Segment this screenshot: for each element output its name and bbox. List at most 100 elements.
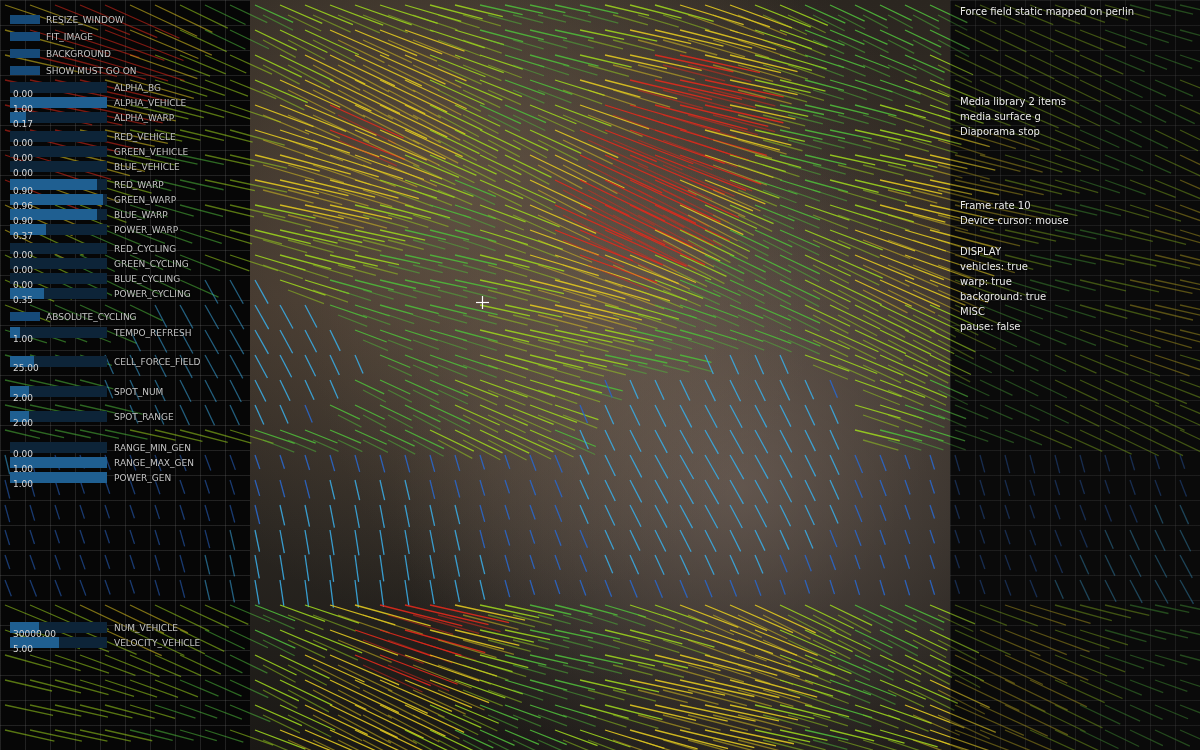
control-slider[interactable]: 0.96GREEN_WARP: [0, 192, 250, 207]
button-label: RESIZE_WINDOW: [46, 15, 124, 25]
button-box[interactable]: [10, 312, 40, 321]
slider-label: POWER_WARP: [114, 225, 178, 235]
slider-value: 1.00: [10, 464, 33, 474]
slider-label: RED_CYCLING: [114, 244, 176, 254]
slider-value: 0.00: [10, 153, 33, 163]
slider-label: BLUE_WARP: [114, 210, 168, 220]
slider-label: RANGE_MAX_GEN: [114, 458, 194, 468]
control-group: 0.90RED_WARP0.96GREEN_WARP0.90BLUE_WARP0…: [0, 177, 250, 237]
control-slider[interactable]: 0.00GREEN_VEHICLE: [0, 144, 250, 159]
slider-value: 0.90: [10, 216, 33, 226]
button-label: BACKGROUND: [46, 49, 111, 59]
crosshair-icon: [476, 296, 489, 309]
slider-label: SPOT_NUM: [114, 387, 163, 397]
slider-label: RED_VEHICLE: [114, 132, 176, 142]
control-slider[interactable]: 0.00BLUE_CYCLING: [0, 271, 250, 286]
control-group: RESIZE_WINDOW FIT_IMAGE BACKGROUND SHOW MUS…: [0, 11, 250, 79]
control-slider[interactable]: 1.00ALPHA_VEHICLE: [0, 95, 250, 110]
control-button[interactable]: FIT_IMAGE: [0, 28, 250, 45]
slider-value: 2.00: [10, 418, 33, 428]
control-slider[interactable]: 1.00POWER_GEN: [0, 470, 250, 485]
control-slider[interactable]: 0.90 RED_WARP: [0, 177, 250, 192]
control-slider[interactable]: 0.00 RED_CYCLING: [0, 241, 250, 256]
control-slider[interactable]: 0.35POWER_CYCLING: [0, 286, 250, 301]
slider-label: BLUE_CYCLING: [114, 274, 180, 284]
button-label: FIT_IMAGE: [46, 32, 93, 42]
slider-label: RED_WARP: [114, 180, 164, 190]
slider-track[interactable]: 0.00: [10, 131, 107, 142]
app-window: RESIZE_WINDOW FIT_IMAGE BACKGROUND SHOW MUS…: [0, 0, 1200, 750]
button-label: SHOW MUST GO ON: [46, 66, 136, 76]
slider-value: 0.00: [10, 265, 33, 275]
slider-value: 0.00: [10, 89, 33, 99]
control-slider[interactable]: 2.00SPOT_RANGE: [0, 409, 250, 424]
info-line: warp: true: [960, 274, 1200, 289]
info-group: Frame rate 10Device cursor: mouse: [960, 198, 1200, 228]
slider-track[interactable]: 0.90: [10, 179, 107, 190]
control-slider[interactable]: 1.00TEMPO_REFRESH: [0, 325, 250, 340]
slider-label: NUM_VEHICLE: [114, 623, 178, 633]
slider-value: 1.00: [10, 479, 33, 489]
slider-label: POWER_CYCLING: [114, 289, 191, 299]
control-group: 2.00SPOT_RANGE: [0, 409, 250, 424]
control-button[interactable]: BACKGROUND: [0, 45, 250, 62]
control-slider[interactable]: 0.00GREEN_CYCLING: [0, 256, 250, 271]
slider-value: 0.90: [10, 186, 33, 196]
info-line: Frame rate 10: [960, 198, 1200, 213]
control-slider[interactable]: 0.17ALPHA_WARP: [0, 110, 250, 125]
control-group: 30000.00NUM_VEHICLE5.00VELOCITY_VEHICLE: [0, 620, 250, 650]
slider-label: ALPHA_WARP: [114, 113, 174, 123]
slider-value: 2.00: [10, 393, 33, 403]
control-slider[interactable]: 1.00RANGE_MAX_GEN: [0, 455, 250, 470]
slider-label: BLUE_VEHICLE: [114, 162, 180, 172]
slider-label: ALPHA_BG: [114, 83, 161, 93]
slider-value: 0.17: [10, 119, 33, 129]
slider-label: GREEN_WARP: [114, 195, 176, 205]
slider-label: GREEN_CYCLING: [114, 259, 189, 269]
button-box[interactable]: [10, 66, 40, 75]
control-slider[interactable]: 0.00 ALPHA_BG: [0, 80, 250, 95]
info-line: MISC: [960, 304, 1200, 319]
slider-track[interactable]: 0.00: [10, 82, 107, 93]
control-slider[interactable]: 30000.00 NUM_VEHICLE: [0, 620, 250, 635]
slider-track[interactable]: 2.00: [10, 386, 107, 397]
slider-track[interactable]: 0.00: [10, 442, 107, 453]
slider-track[interactable]: 30000.00: [10, 622, 107, 633]
info-line: DISPLAY: [960, 244, 1200, 259]
button-box[interactable]: [10, 15, 40, 24]
info-line: pause: false: [960, 319, 1200, 334]
info-line: Media library 2 items: [960, 94, 1200, 109]
button-box[interactable]: [10, 49, 40, 58]
slider-value: 0.00: [10, 250, 33, 260]
info-line: Force field static mapped on perlin: [960, 4, 1200, 19]
control-group: 0.00RED_CYCLING0.00GREEN_CYCLING0.00BLUE…: [0, 241, 250, 301]
control-button[interactable]: ABSOLUTE_CYCLING: [0, 308, 250, 325]
slider-label: RANGE_MIN_GEN: [114, 443, 191, 453]
slider-value: 1.00: [10, 104, 33, 114]
control-slider[interactable]: 0.00 RED_VEHICLE: [0, 129, 250, 144]
info-line: background: true: [960, 289, 1200, 304]
control-slider[interactable]: 2.00 SPOT_NUM: [0, 384, 250, 399]
control-slider[interactable]: 0.37POWER_WARP: [0, 222, 250, 237]
button-box[interactable]: [10, 32, 40, 41]
slider-value: 0.00: [10, 138, 33, 148]
control-slider[interactable]: 0.00BLUE_VEHICLE: [0, 159, 250, 174]
slider-value: 30000.00: [10, 629, 56, 639]
control-group: 2.00 SPOT_NUM: [0, 384, 250, 399]
slider-value: 0.96: [10, 201, 33, 211]
slider-label: GREEN_VEHICLE: [114, 147, 188, 157]
slider-label: POWER_GEN: [114, 473, 171, 483]
background-image: [250, 0, 950, 750]
control-button[interactable]: SHOW MUST GO ON: [0, 62, 250, 79]
control-slider[interactable]: 0.00 RANGE_MIN_GEN: [0, 440, 250, 455]
slider-track[interactable]: 0.00: [10, 243, 107, 254]
control-slider[interactable]: 0.90BLUE_WARP: [0, 207, 250, 222]
slider-track[interactable]: 25.00: [10, 356, 107, 367]
slider-value: 0.00: [10, 449, 33, 459]
control-slider[interactable]: 25.00CELL_FORCE_FIELD: [0, 354, 250, 369]
control-group: 0.00RANGE_MIN_GEN1.00RANGE_MAX_GEN1.00PO…: [0, 440, 250, 485]
slider-track[interactable]: 2.00: [10, 411, 107, 422]
info-line: Diaporama stop: [960, 124, 1200, 139]
control-button[interactable]: RESIZE_WINDOW: [0, 11, 250, 28]
slider-track[interactable]: 1.00: [10, 327, 107, 338]
